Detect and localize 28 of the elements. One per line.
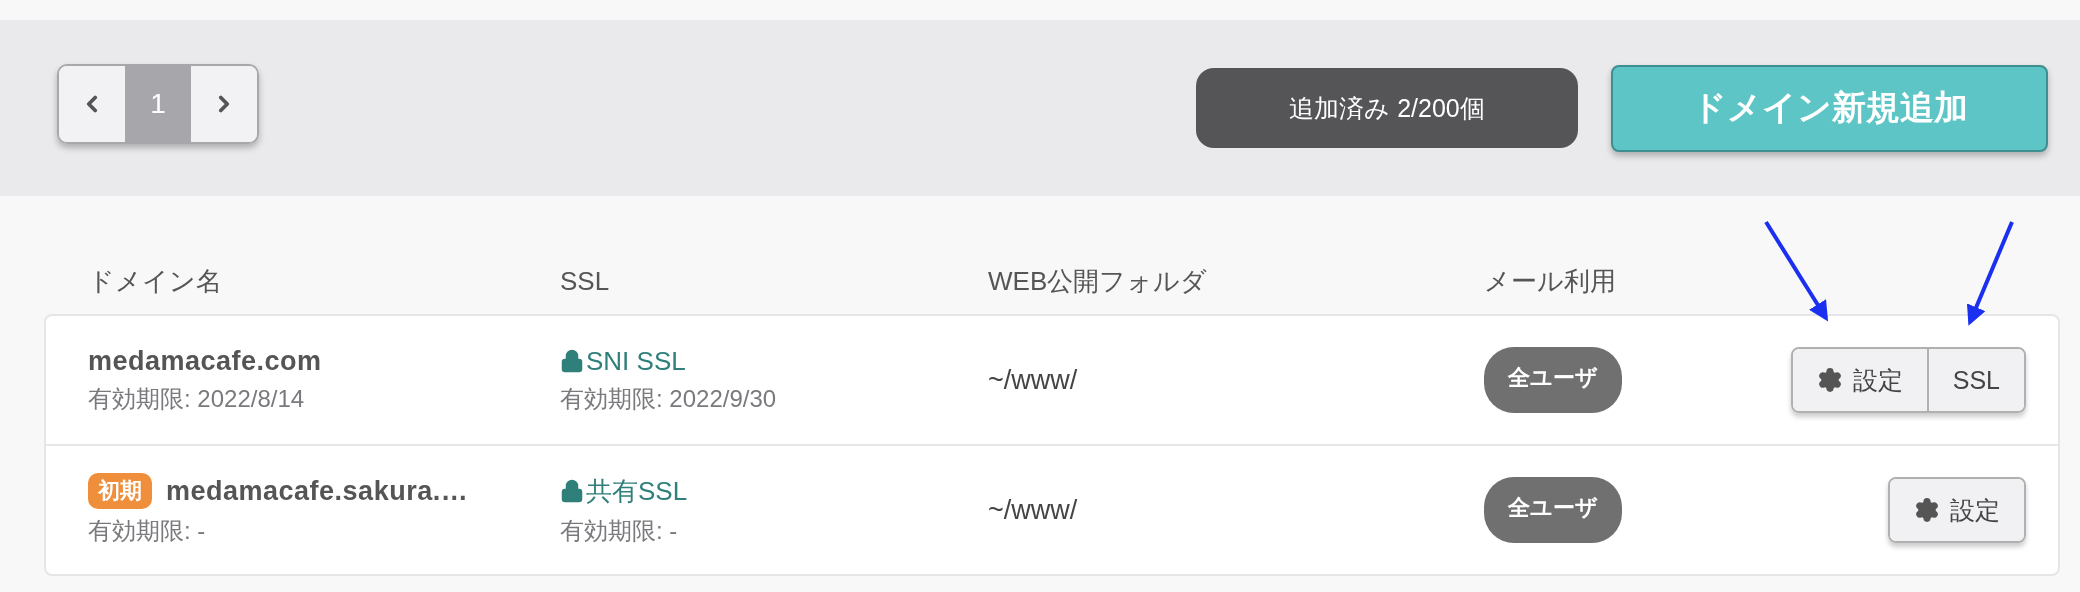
ssl-button[interactable]: SSL	[1926, 349, 2024, 411]
settings-button[interactable]: 設定	[1792, 349, 1927, 411]
mail-users-badge: 全ユーザ	[1484, 347, 1622, 413]
ssl-expiry: 有効期限: -	[560, 515, 679, 546]
web-folder: ~/www/	[988, 494, 1079, 526]
domain-name: medamacafe.sakura.…	[166, 475, 469, 507]
page-button[interactable]: 1	[125, 66, 191, 142]
next-page-button[interactable]	[191, 66, 257, 142]
initial-badge: 初期	[88, 473, 152, 509]
domain-expiry: 有効期限: 2022/8/14	[88, 383, 306, 414]
ssl-link[interactable]: SNI SSL	[586, 345, 686, 377]
previous-page-button[interactable]	[59, 66, 125, 142]
column-header: ドメイン名	[88, 264, 223, 298]
domain-expiry: 有効期限: -	[88, 516, 207, 546]
lock-icon	[560, 349, 584, 373]
settings-button[interactable]: 設定	[1890, 479, 2024, 541]
domain-count: 追加済み 2/200個	[1196, 68, 1578, 148]
column-header: メール利用	[1484, 264, 1617, 298]
domain-name: medamacafe.com	[88, 345, 322, 377]
lock-icon	[560, 479, 584, 503]
gear-icon	[1914, 497, 1940, 523]
mail-users-badge: 全ユーザ	[1484, 477, 1622, 543]
web-folder: ~/www/	[988, 364, 1079, 396]
column-header: SSL	[560, 265, 611, 297]
ssl-expiry: 有効期限: 2022/9/30	[560, 383, 778, 414]
ssl-link[interactable]: 共有SSL	[586, 473, 688, 509]
gear-icon	[1816, 367, 1843, 393]
column-header: WEB公開フォルダ	[988, 264, 1209, 298]
